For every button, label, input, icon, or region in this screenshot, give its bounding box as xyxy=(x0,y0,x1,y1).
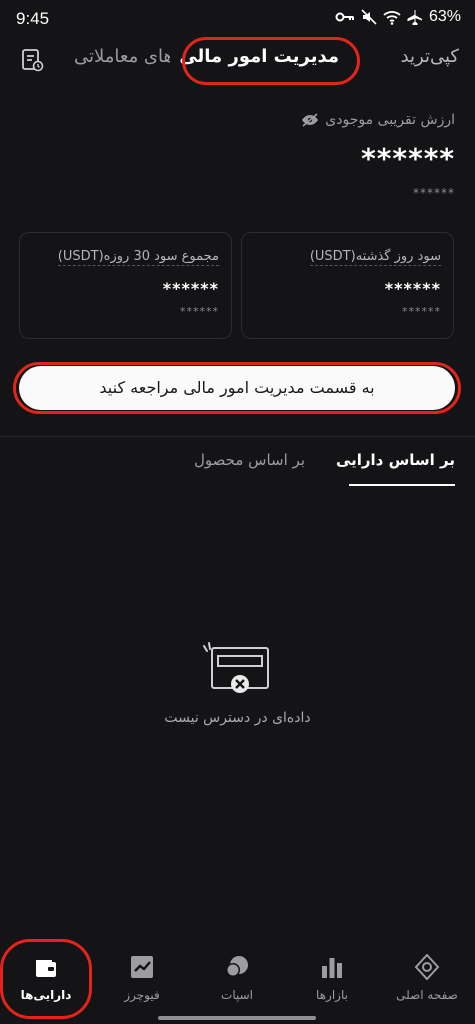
balance-label-text: ارزش تقریبی موجودی xyxy=(325,112,455,128)
nav-markets[interactable]: بازارها xyxy=(292,954,372,1002)
tab-copy-trade[interactable]: کپی‌ترید xyxy=(401,46,459,67)
coins-icon xyxy=(226,956,248,977)
balance-label: ارزش تقریبی موجودی xyxy=(301,112,455,128)
empty-box-icon xyxy=(203,642,269,693)
wallet-icon xyxy=(36,960,56,977)
tab-by-asset[interactable]: بر اساس دارایی xyxy=(336,451,455,469)
thirty-day-profit-sub: ****** xyxy=(180,305,219,318)
futures-chart-icon xyxy=(131,956,153,978)
active-subtab-indicator xyxy=(349,484,455,486)
balance-value: ****** xyxy=(361,142,455,175)
nav-assets[interactable]: دارایی‌ها xyxy=(6,954,86,1002)
empty-state-text: داده‌ای در دسترس نیست xyxy=(164,710,311,726)
yesterday-profit-card: سود روز گذشته(USDT) ****** ****** xyxy=(241,232,454,339)
tab-by-product[interactable]: بر اساس محصول xyxy=(194,451,305,469)
bar-chart-icon xyxy=(322,958,342,978)
battery-level: 63% xyxy=(428,8,461,25)
thirty-day-profit-value: ****** xyxy=(162,279,219,298)
yesterday-profit-value: ****** xyxy=(384,279,441,298)
top-tabs: ربات‌های معاملاتی مدیریت امور مالی کپی‌ت… xyxy=(0,40,475,84)
orders-history-icon[interactable] xyxy=(20,48,44,72)
status-bar: 9:45 63% xyxy=(0,0,475,40)
thirty-day-profit-card: مجموع سود 30 روزه(USDT) ****** ****** xyxy=(19,232,232,339)
nav-spot-label: اسپات xyxy=(221,988,253,1002)
balance-sub-value: ****** xyxy=(413,186,455,200)
eye-hidden-icon[interactable] xyxy=(301,113,319,127)
bottom-nav: صفحه اصلی بازارها اسپات فیوچرز دارایی‌ها xyxy=(0,940,475,1024)
home-indicator[interactable] xyxy=(158,1016,316,1020)
key-icon xyxy=(335,12,354,22)
tab-finance-management[interactable]: مدیریت امور مالی xyxy=(179,46,339,67)
mute-icon xyxy=(361,9,377,25)
nav-assets-label: دارایی‌ها xyxy=(20,988,72,1002)
status-icons: 63% xyxy=(335,8,461,26)
nav-markets-label: بازارها xyxy=(316,988,348,1002)
go-to-finance-button[interactable]: به قسمت مدیریت امور مالی مراجعه کنید xyxy=(19,366,455,410)
home-badge-icon xyxy=(414,954,440,980)
nav-spot[interactable]: اسپات xyxy=(197,954,277,1002)
tab-trading-bots[interactable]: ربات‌های معاملاتی xyxy=(74,46,170,67)
thirty-day-profit-title[interactable]: مجموع سود 30 روزه(USDT) xyxy=(57,249,219,266)
status-time: 9:45 xyxy=(16,9,50,28)
section-divider xyxy=(0,436,475,437)
wifi-icon xyxy=(383,11,401,25)
nav-home-label: صفحه اصلی xyxy=(396,988,458,1002)
airplane-icon xyxy=(407,10,422,25)
yesterday-profit-sub: ****** xyxy=(402,305,441,318)
nav-home[interactable]: صفحه اصلی xyxy=(387,954,467,1002)
yesterday-profit-title[interactable]: سود روز گذشته(USDT) xyxy=(309,249,441,266)
nav-futures-label: فیوچرز xyxy=(124,988,160,1002)
nav-futures[interactable]: فیوچرز xyxy=(102,954,182,1002)
